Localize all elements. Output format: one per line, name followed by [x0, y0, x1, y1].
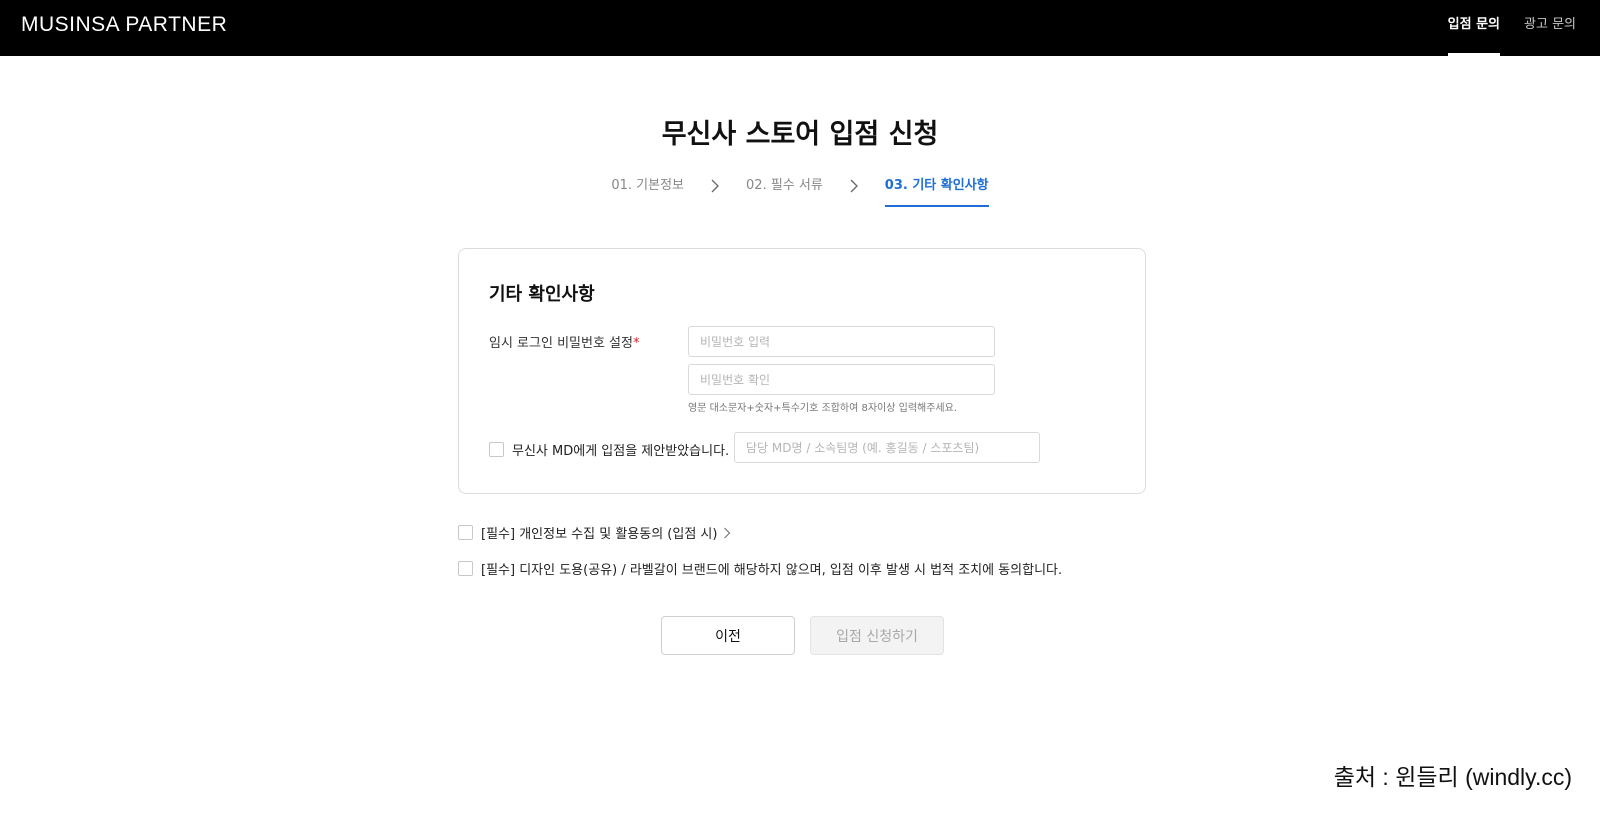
step-indicator: 01. 기본정보 02. 필수 서류 03. 기타 확인사항	[0, 174, 1600, 210]
header-nav: 입점 문의 광고 문의	[1424, 0, 1576, 56]
step-required-docs: 02. 필수 서류	[746, 178, 823, 193]
chevron-right-icon[interactable]	[723, 527, 731, 539]
chevron-right-icon	[684, 174, 746, 198]
nav-store-inquiry[interactable]: 입점 문의	[1447, 0, 1501, 56]
step-other-checks: 03. 기타 확인사항	[884, 174, 989, 210]
nav-ad-inquiry[interactable]: 광고 문의	[1524, 0, 1576, 56]
md-proposal-label[interactable]: 무신사 MD에게 입점을 제안받았습니다.	[512, 440, 729, 459]
password-hint: 영문 대소문자+숫자+특수기호 조합하여 8자이상 입력해주세요.	[688, 403, 958, 414]
password-confirm-input[interactable]	[688, 364, 995, 395]
prev-button[interactable]: 이전	[661, 616, 795, 655]
design-agreement-label[interactable]: [필수] 디자인 도용(공유) / 라벨갈이 브랜드에 해당하지 않으며, 입점…	[481, 559, 1062, 578]
privacy-agreement-label[interactable]: [필수] 개인정보 수집 및 활용동의 (입점 시)	[481, 523, 717, 542]
source-caption: 출처 : 윈들리 (windly.cc)	[1333, 764, 1572, 790]
musinsa-partner-logo[interactable]: MUSINSA PARTNER	[21, 13, 227, 37]
design-agreement-checkbox[interactable]	[458, 561, 473, 576]
privacy-agreement-checkbox[interactable]	[458, 525, 473, 540]
password-input[interactable]	[688, 326, 995, 357]
md-proposal-checkbox[interactable]	[489, 442, 504, 457]
other-checks-card: 기타 확인사항 임시 로그인 비밀번호 설정* 영문 대소문자+숫자+특수기호 …	[458, 248, 1146, 494]
design-agreement-row: [필수] 디자인 도용(공유) / 라벨갈이 브랜드에 해당하지 않으며, 입점…	[458, 559, 1062, 578]
password-label-text: 임시 로그인 비밀번호 설정	[489, 336, 633, 351]
privacy-agreement-row: [필수] 개인정보 수집 및 활용동의 (입점 시)	[458, 523, 731, 542]
password-label: 임시 로그인 비밀번호 설정*	[489, 332, 639, 351]
md-proposal-row: 무신사 MD에게 입점을 제안받았습니다.	[489, 440, 729, 459]
chevron-right-icon	[823, 174, 885, 198]
top-header: MUSINSA PARTNER 입점 문의 광고 문의	[0, 0, 1600, 56]
card-title: 기타 확인사항	[489, 284, 595, 305]
required-mark: *	[632, 336, 640, 351]
page-title: 무신사 스토어 입점 신청	[661, 119, 939, 150]
submit-application-button[interactable]: 입점 신청하기	[810, 616, 944, 655]
step-basic-info: 01. 기본정보	[611, 178, 685, 193]
md-name-input[interactable]	[734, 432, 1040, 463]
